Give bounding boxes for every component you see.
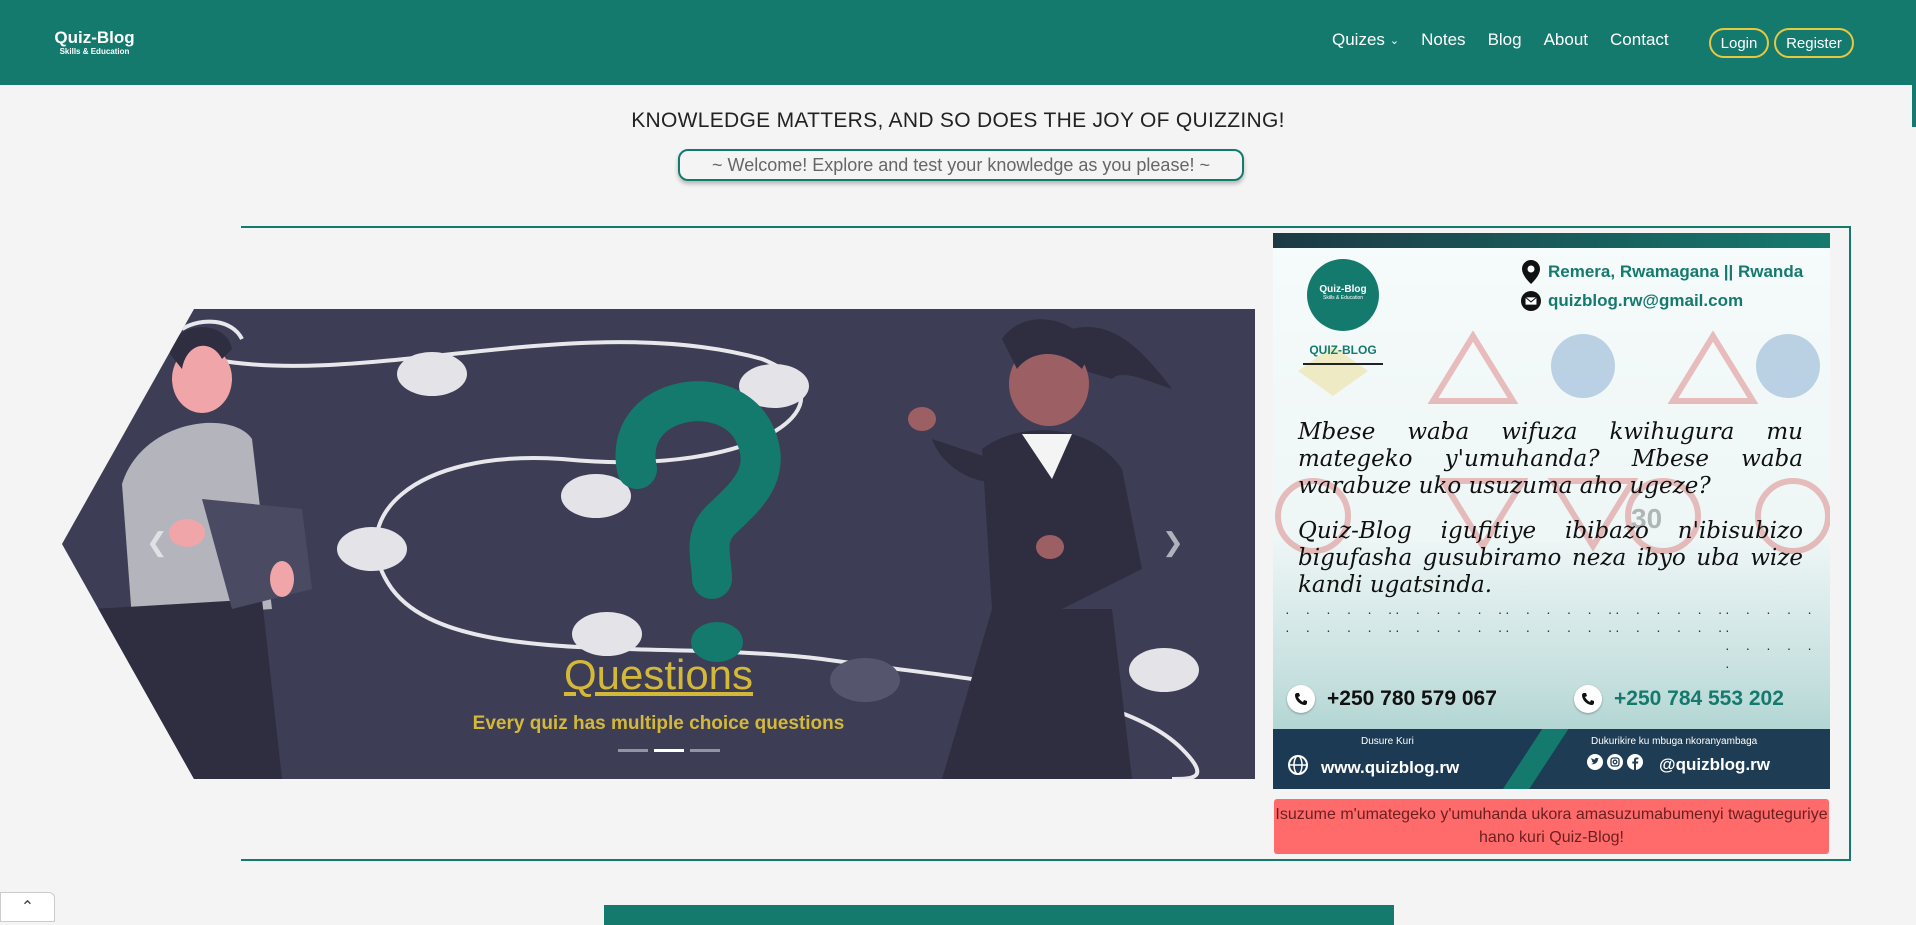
carousel-indicator[interactable] xyxy=(617,749,648,752)
advert-logo-text: QUIZ-BLOG xyxy=(1309,343,1377,357)
advert-logo: Quiz-Blog Skills & Education xyxy=(1307,259,1379,331)
advert-phone-2-text: +250 784 553 202 xyxy=(1614,687,1784,710)
nav-quizes-label: Quizes xyxy=(1332,30,1385,49)
nav-contact[interactable]: Contact xyxy=(1610,30,1669,50)
advert-logo-sub: Skills & Education xyxy=(1322,295,1364,301)
advert-paragraph-2: Quiz-Blog igufitiye ibibazo n'ibisubizo … xyxy=(1298,518,1803,598)
advert-social: @quizblog.rw xyxy=(1587,754,1770,775)
carousel-indicator[interactable] xyxy=(689,749,720,752)
frame-border-bottom xyxy=(241,859,1851,861)
nav-blog[interactable]: Blog xyxy=(1488,30,1522,50)
advert-logo-title: Quiz-Blog xyxy=(1319,284,1367,295)
nav-notes[interactable]: Notes xyxy=(1421,30,1465,50)
advert-logo-underline xyxy=(1303,363,1383,365)
brand-title: Quiz-Blog xyxy=(54,28,135,47)
advert-phone-1: +250 780 579 067 xyxy=(1287,685,1497,713)
twitter-icon[interactable] xyxy=(1587,754,1603,775)
advert-location: Remera, Rwamagana || Rwanda xyxy=(1521,260,1804,284)
carousel-indicators xyxy=(62,749,1255,752)
instagram-icon[interactable] xyxy=(1607,754,1623,775)
nav-links: Quizes ⌄ Notes Blog About Contact xyxy=(1332,30,1691,50)
chevron-up-icon: ⌃ xyxy=(20,899,35,916)
decor-dots: · · · · · · · · · · · · xyxy=(1505,604,1619,638)
decor-dots: · · · · · · · · · · · · xyxy=(1615,604,1729,638)
brand-logo[interactable]: Quiz-Blog Skills & Education xyxy=(52,28,137,57)
advert-email: quizblog.rw@gmail.com xyxy=(1521,290,1743,312)
decor-dots: · · · · · · · · · · · · xyxy=(1285,604,1399,638)
carousel-subtitle: Every quiz has multiple choice questions xyxy=(472,713,845,734)
advert-panel: 30 Quiz-Blog Skills & Education QUIZ-BLO… xyxy=(1273,233,1830,789)
carousel[interactable]: ❮ ❯ Questions Every quiz has multiple ch… xyxy=(62,309,1255,779)
advert-phone-1-text: +250 780 579 067 xyxy=(1327,687,1497,710)
decor-dots: · · · · · · · · · · · · xyxy=(1725,604,1818,674)
carousel-indicator-active[interactable] xyxy=(653,749,684,752)
navbar: Quiz-Blog Skills & Education Quizes ⌄ No… xyxy=(0,0,1916,85)
advert-email-text[interactable]: quizblog.rw@gmail.com xyxy=(1548,291,1743,311)
advert-social-handle[interactable]: @quizblog.rw xyxy=(1659,755,1770,775)
advert-website: www.quizblog.rw xyxy=(1287,754,1459,781)
advert-top-bar xyxy=(1273,233,1830,248)
page-tagline: KNOWLEDGE MATTERS, AND SO DOES THE JOY O… xyxy=(631,109,1285,132)
advert-message: Mbese waba wifuza kwihugura mu mategeko … xyxy=(1298,419,1803,599)
advert-phone-2: +250 784 553 202 xyxy=(1574,685,1784,713)
phone-icon xyxy=(1574,685,1602,713)
frame-border-top xyxy=(241,226,1851,228)
brand-subtitle: Skills & Education xyxy=(59,47,130,56)
carousel-prev-button[interactable]: ❮ xyxy=(146,527,168,558)
carousel-title[interactable]: Questions xyxy=(62,651,1255,699)
decor-dots: · · · · · · · · · · · · xyxy=(1395,604,1509,638)
bottom-banner xyxy=(604,905,1394,925)
login-button[interactable]: Login xyxy=(1709,28,1769,58)
phone-icon xyxy=(1287,685,1315,713)
advert-website-label: Dusure Kuri xyxy=(1361,736,1414,747)
promo-alert: Isuzume m'umategeko y'umuhanda ukora ama… xyxy=(1274,799,1829,854)
carousel-caption: Questions Every quiz has multiple choice… xyxy=(62,651,1255,735)
advert-social-label: Dukurikire ku mbuga nkoranyambaga xyxy=(1591,736,1758,747)
welcome-banner: ~ Welcome! Explore and test your knowled… xyxy=(678,149,1244,181)
advert-website-text[interactable]: www.quizblog.rw xyxy=(1321,758,1459,778)
nav-quizes-dropdown[interactable]: Quizes ⌄ xyxy=(1332,30,1399,50)
nav-about[interactable]: About xyxy=(1544,30,1588,50)
location-pin-icon xyxy=(1521,260,1541,284)
scroll-to-top-button[interactable]: ⌃ xyxy=(0,892,55,922)
carousel-next-button[interactable]: ❯ xyxy=(1162,527,1184,558)
facebook-icon[interactable] xyxy=(1627,754,1643,775)
register-button[interactable]: Register xyxy=(1774,28,1854,58)
mail-icon xyxy=(1521,290,1541,312)
globe-icon xyxy=(1287,754,1309,781)
chevron-down-icon: ⌄ xyxy=(1389,34,1400,47)
advert-paragraph-1: Mbese waba wifuza kwihugura mu mategeko … xyxy=(1298,419,1803,499)
frame-border-right xyxy=(1849,226,1851,861)
advert-location-text: Remera, Rwamagana || Rwanda xyxy=(1548,262,1804,281)
